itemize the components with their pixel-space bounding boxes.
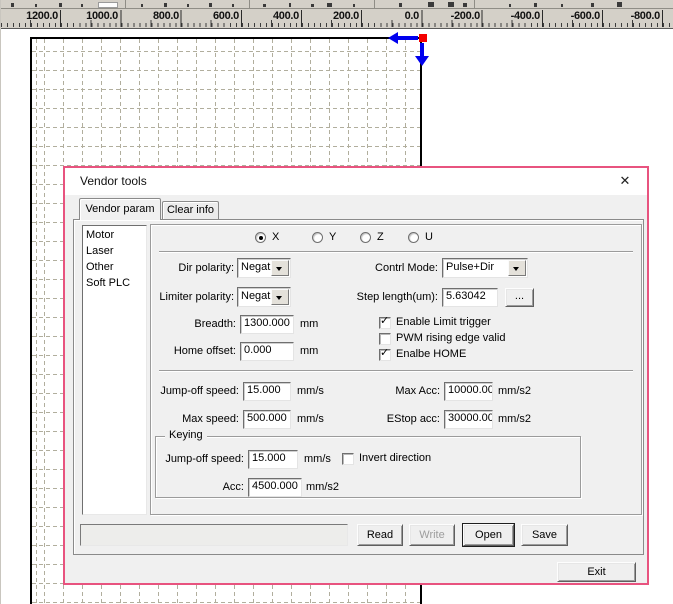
vendor-param-page: Motor Laser Other Soft PLC X Y Z U Dir p…: [73, 219, 644, 555]
radio-label: X: [272, 231, 280, 243]
ruler-label: 200.0: [332, 10, 359, 22]
ruler-label: -400.0: [510, 10, 541, 22]
chevron-down-icon[interactable]: [271, 289, 289, 305]
checkbox-label: Invert direction: [359, 452, 432, 464]
keying-acc-field[interactable]: 4500.000: [248, 478, 302, 497]
radio-circle-icon: [312, 232, 323, 243]
step-length-label: Step length(um):: [356, 291, 438, 303]
max-acc-unit: mm/s2: [498, 385, 531, 397]
list-item-laser[interactable]: Laser: [86, 243, 146, 259]
radio-label: U: [425, 231, 433, 243]
breadth-label: Breadth:: [194, 318, 236, 330]
estop-acc-field[interactable]: 30000.00: [444, 410, 493, 429]
limiter-polarity-combo[interactable]: Negat: [237, 287, 291, 307]
breadth-field[interactable]: 1300.000: [240, 315, 294, 334]
horizontal-ruler: 1200.0 1000.0 800.0 600.0 400.0 200.0 0.…: [1, 9, 673, 29]
max-speed-unit: mm/s: [297, 413, 324, 425]
home-offset-field[interactable]: 0.000: [240, 342, 294, 361]
list-item-other[interactable]: Other: [86, 259, 146, 275]
origin-marker: [419, 34, 427, 42]
tab-vendor-param[interactable]: Vendor param: [79, 198, 161, 220]
read-button[interactable]: Read: [357, 524, 403, 546]
step-length-field[interactable]: 5.63042: [442, 288, 498, 307]
keying-jump-off-speed-unit: mm/s: [304, 453, 331, 465]
keying-jump-off-speed-label: Jump-off speed:: [165, 453, 244, 465]
toolbar-icons-clipped: [1, 0, 673, 9]
radio-label: Y: [329, 231, 337, 243]
separator: [159, 251, 633, 253]
chevron-down-icon[interactable]: [271, 260, 289, 276]
contrl-mode-label: Contrl Mode:: [375, 262, 438, 274]
dialog-titlebar[interactable]: Vendor tools ✕: [65, 168, 647, 195]
ruler-label: 1000.0: [86, 10, 118, 22]
save-button[interactable]: Save: [521, 524, 568, 546]
home-offset-label: Home offset:: [173, 345, 236, 357]
estop-acc-unit: mm/s2: [498, 413, 531, 425]
checkbox-box-icon: [379, 333, 391, 345]
chevron-down-icon[interactable]: [508, 260, 526, 276]
radio-circle-icon: [408, 232, 419, 243]
combo-value: Negat: [241, 261, 271, 273]
step-length-browse-button[interactable]: ...: [505, 288, 534, 307]
close-icon[interactable]: ✕: [616, 172, 634, 190]
estop-acc-label: EStop acc:: [386, 413, 440, 425]
radio-label: Z: [377, 231, 384, 243]
origin-down-arrow-icon: [420, 43, 424, 56]
jump-off-speed-field[interactable]: 15.000: [243, 382, 291, 401]
ruler-label: 400.0: [272, 10, 299, 22]
max-acc-label: Max Acc:: [395, 385, 440, 397]
write-button[interactable]: Write: [409, 524, 455, 546]
home-offset-unit: mm: [300, 345, 319, 357]
contrl-mode-combo[interactable]: Pulse+Dir: [442, 258, 528, 278]
ruler-label: 800.0: [152, 10, 179, 22]
max-acc-field[interactable]: 10000.00: [444, 382, 493, 401]
ruler-label: -800.0: [630, 10, 661, 22]
limiter-polarity-label: Limiter polarity:: [159, 291, 234, 303]
keying-group-title: Keying: [165, 429, 207, 441]
motor-param-group: X Y Z U Dir polarity: Negat Contrl Mode:…: [150, 224, 642, 515]
keying-jump-off-speed-field[interactable]: 15.000: [248, 450, 298, 469]
separator: [159, 370, 633, 372]
origin-down-arrow-icon: [415, 56, 429, 66]
ruler-label: -200.0: [450, 10, 481, 22]
list-item-softplc[interactable]: Soft PLC: [86, 275, 146, 291]
ruler-label: -600.0: [570, 10, 601, 22]
check-icon: ✓: [380, 314, 390, 327]
breadth-unit: mm: [300, 318, 319, 330]
keying-acc-unit: mm/s2: [306, 481, 339, 493]
keying-group: Keying Jump-off speed: 15.000 mm/s ✓ Inv…: [155, 429, 581, 498]
checkbox-label: Enable Limit trigger: [396, 316, 491, 328]
exit-button[interactable]: Exit: [557, 562, 636, 582]
origin-left-arrow-icon: [388, 32, 398, 44]
checkbox-box-icon: [342, 453, 354, 465]
radio-circle-icon: [360, 232, 371, 243]
max-speed-field[interactable]: 500.000: [243, 410, 291, 429]
max-speed-label: Max speed:: [182, 413, 239, 425]
jump-off-speed-unit: mm/s: [297, 385, 324, 397]
combo-value: Negat: [241, 290, 271, 302]
ruler-label: 0.0: [404, 10, 420, 22]
app-window: 1200.0 1000.0 800.0 600.0 400.0 200.0 0.…: [0, 0, 673, 604]
check-icon: ✓: [380, 346, 390, 359]
category-listbox[interactable]: Motor Laser Other Soft PLC: [82, 225, 147, 515]
checkbox-label: Enalbe HOME: [396, 348, 467, 360]
dialog-title: Vendor tools: [80, 174, 147, 188]
dir-polarity-label: Dir polarity:: [178, 262, 234, 274]
vendor-tools-dialog: Vendor tools ✕ Vendor param Clear info M…: [63, 166, 649, 585]
combo-value: Pulse+Dir: [446, 261, 494, 273]
origin-left-arrow-icon: [397, 36, 418, 40]
status-bar: [80, 524, 348, 546]
dir-polarity-combo[interactable]: Negat: [237, 258, 291, 278]
open-button[interactable]: Open: [463, 524, 514, 546]
checkbox-label: PWM rising edge valid: [396, 332, 506, 344]
list-item-motor[interactable]: Motor: [86, 227, 146, 243]
keying-acc-label: Acc:: [222, 481, 244, 493]
ruler-label: 600.0: [212, 10, 239, 22]
ruler-label: 1200.0: [26, 10, 58, 22]
jump-off-speed-label: Jump-off speed:: [160, 385, 239, 397]
tab-clear-info[interactable]: Clear info: [162, 201, 219, 220]
